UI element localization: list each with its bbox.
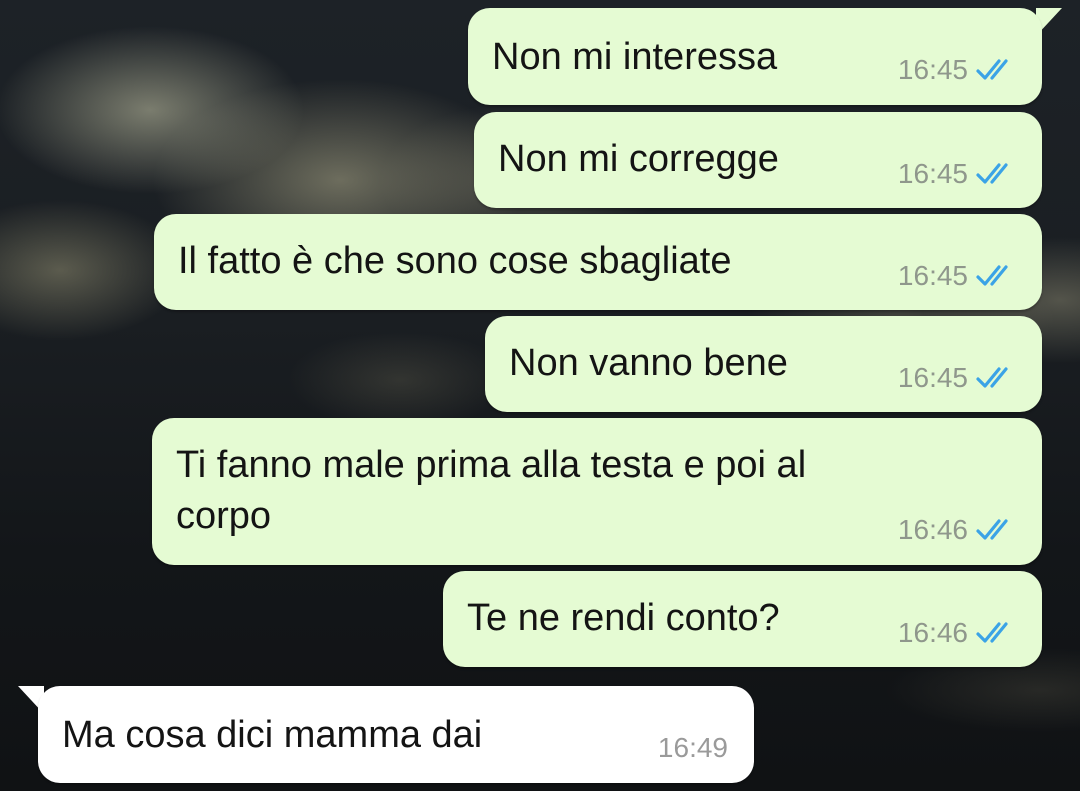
message-time: 16:45: [897, 260, 968, 291]
message-text: Non mi interessa: [492, 36, 778, 78]
message-time: 16:45: [897, 362, 968, 393]
message-text: Ma cosa dici mamma dai: [62, 714, 483, 756]
message-bubble-outgoing[interactable]: Il fatto è che sono cose sbagliate 16:45: [154, 214, 1042, 310]
message-time: 16:45: [897, 158, 968, 189]
message-bubble-outgoing[interactable]: Te ne rendi conto? 16:46: [443, 571, 1042, 667]
message-bubble-incoming[interactable]: Ma cosa dici mamma dai 16:49: [38, 686, 754, 783]
message-bubble-outgoing[interactable]: Non mi corregge 16:45: [474, 112, 1042, 208]
message-text: Non vanno bene: [509, 342, 788, 384]
message-meta: 16:45: [898, 54, 1020, 86]
message-text: Non mi corregge: [498, 138, 779, 180]
message-meta: 16:49: [658, 732, 728, 764]
message-meta: 16:46: [898, 514, 1020, 546]
message-text-line: Ti fanno male prima alla testa e poi al: [176, 444, 807, 486]
message-meta: 16:45: [898, 260, 1020, 292]
double-check-icon: [976, 265, 1008, 286]
message-bubble-outgoing[interactable]: Ti fanno male prima alla testa e poi al …: [152, 418, 1042, 565]
message-meta: 16:45: [898, 362, 1020, 394]
message-text: Il fatto è che sono cose sbagliate: [178, 240, 732, 282]
message-text: Te ne rendi conto?: [467, 597, 780, 639]
double-check-icon: [976, 163, 1008, 184]
double-check-icon: [976, 622, 1008, 643]
double-check-icon: [976, 367, 1008, 388]
message-time: 16:46: [897, 617, 968, 648]
message-meta: 16:45: [898, 158, 1020, 190]
chat-conversation: Non mi interessa 16:45 Non mi corregge 1…: [0, 0, 1080, 791]
double-check-icon: [976, 59, 1008, 80]
message-meta: 16:46: [898, 617, 1020, 649]
message-time: 16:46: [897, 514, 968, 545]
message-bubble-outgoing[interactable]: Non mi interessa 16:45: [468, 8, 1042, 105]
message-bubble-outgoing[interactable]: Non vanno bene 16:45: [485, 316, 1042, 412]
message-time: 16:45: [897, 54, 968, 85]
double-check-icon: [976, 519, 1008, 540]
message-text-line: corpo: [176, 495, 272, 537]
message-time: 16:49: [657, 732, 728, 763]
